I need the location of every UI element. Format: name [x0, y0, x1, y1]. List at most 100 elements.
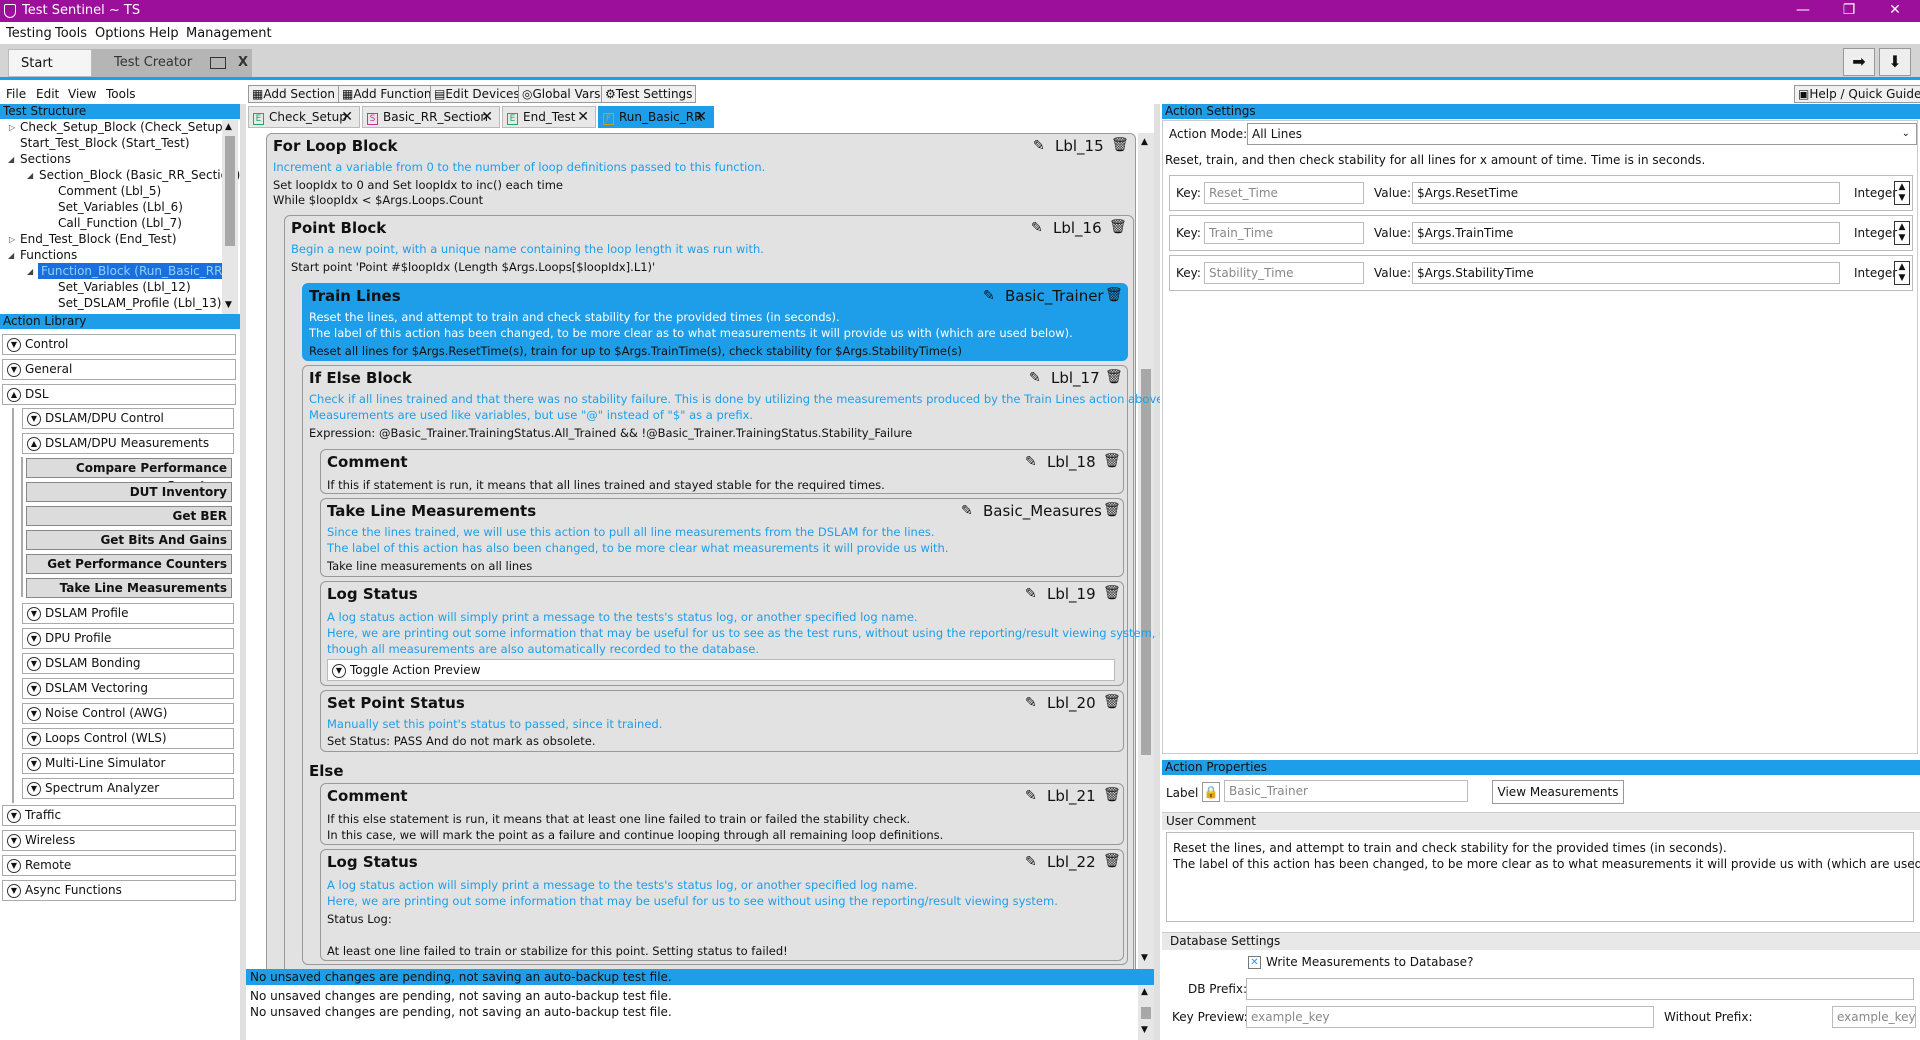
log-status-block[interactable]: Log Status ✎ Lbl_22 🗑 A log status actio…: [320, 849, 1124, 961]
close-tab-icon[interactable]: ✕: [577, 107, 589, 127]
trash-icon[interactable]: 🗑: [1103, 453, 1121, 469]
pencil-icon[interactable]: ✎: [1029, 370, 1041, 386]
menu-view[interactable]: View: [68, 87, 96, 101]
pencil-icon[interactable]: ✎: [1025, 454, 1037, 470]
lib-group-traffic[interactable]: ▼ Traffic: [2, 805, 236, 826]
set-point-status-block[interactable]: Set Point Status ✎ Lbl_20 🗑 Manually set…: [320, 690, 1124, 752]
value-input[interactable]: $Args.ResetTime: [1412, 182, 1840, 204]
key-input[interactable]: Train_Time: [1204, 222, 1364, 244]
comment-block[interactable]: Comment ✎ Lbl_21 🗑 If this else statemen…: [320, 783, 1124, 845]
expand-icon[interactable]: ▷: [9, 123, 15, 132]
lock-icon[interactable]: 🔒: [1202, 782, 1220, 802]
lib-group-async-functions[interactable]: ▼ Async Functions: [2, 880, 236, 901]
tree-scroll-thumb[interactable]: [225, 136, 235, 246]
menu-options[interactable]: Options: [95, 26, 145, 41]
log-status-block[interactable]: Log Status ✎ Lbl_19 🗑 A log status actio…: [320, 581, 1187, 686]
tab-start-page[interactable]: Start Page: [8, 49, 92, 99]
trash-icon[interactable]: 🗑: [1103, 787, 1121, 803]
expand-icon[interactable]: ▷: [9, 235, 15, 244]
pencil-icon[interactable]: ✎: [1033, 138, 1045, 154]
scroll-down-icon[interactable]: ▼: [1141, 1025, 1148, 1035]
close-tab-icon[interactable]: ✕: [695, 107, 707, 127]
close-tab-icon[interactable]: X: [238, 49, 248, 77]
log-scroll-thumb[interactable]: [1141, 1007, 1151, 1019]
pencil-icon[interactable]: ✎: [983, 288, 995, 304]
doc-tab-run-basic-rr[interactable]: F Run_Basic_RR ✕: [598, 106, 714, 128]
tab-test-creator[interactable]: Test Creator X: [92, 49, 252, 77]
lib-action-dut-inventory[interactable]: DUT Inventory: [26, 482, 232, 502]
pencil-icon[interactable]: ✎: [961, 503, 973, 519]
tree-item[interactable]: Section_Block (Basic_RR_Section): [39, 168, 240, 182]
trash-icon[interactable]: 🗑: [1109, 219, 1127, 235]
take-line-measurements-block[interactable]: Take Line Measurements ✎ Basic_Measures …: [320, 498, 1124, 577]
menu-edit[interactable]: Edit: [36, 87, 59, 101]
train-lines-block[interactable]: Train Lines ✎ Basic_Trainer 🗑 Reset the …: [302, 283, 1128, 361]
lib-action-compare-performance-counters[interactable]: Compare Performance Counters: [26, 458, 232, 493]
global-vars-button[interactable]: ◎Global Vars: [518, 85, 605, 103]
add-function-button[interactable]: ▦Add Function: [338, 85, 436, 103]
tree-item[interactable]: Call_Function (Lbl_7): [58, 216, 182, 230]
lib-group-spectrum-analyzer[interactable]: ▼ Spectrum Analyzer: [22, 778, 234, 799]
lib-group-dslam-dpu-control[interactable]: ▼ DSLAM/DPU Control: [22, 408, 234, 429]
lib-group-general[interactable]: ▼ General: [2, 359, 236, 380]
add-section-button[interactable]: ▦Add Section: [248, 85, 339, 103]
tree-item[interactable]: Start_Test_Block (Start_Test): [20, 136, 190, 150]
key-input[interactable]: Stability_Time: [1204, 262, 1364, 284]
tree-scrollbar[interactable]: ▲ ▼: [222, 120, 238, 314]
lib-group-dslam-vectoring[interactable]: ▼ DSLAM Vectoring: [22, 678, 234, 699]
scroll-down-icon[interactable]: ▼: [225, 300, 232, 310]
tree-item[interactable]: Sections: [20, 152, 71, 166]
lib-group-dslam-bonding[interactable]: ▼ DSLAM Bonding: [22, 653, 234, 674]
tree-item[interactable]: Check_Setup_Block (Check_Setup): [20, 120, 227, 134]
menu-tools[interactable]: Tools: [55, 26, 87, 41]
up-down-arrow-icon[interactable]: ▲ ▼: [1894, 221, 1910, 245]
lib-group-multi-line-simulator[interactable]: ▼ Multi-Line Simulator: [22, 753, 234, 774]
log-scrollbar[interactable]: ▲ ▼: [1138, 985, 1154, 1040]
lib-group-dpu-profile[interactable]: ▼ DPU Profile: [22, 628, 234, 649]
lib-group-loops-control[interactable]: ▼ Loops Control (WLS): [22, 728, 234, 749]
window-icon[interactable]: [210, 57, 226, 69]
lib-group-dslam-dpu-measurements[interactable]: ▲ DSLAM/DPU Measurements: [22, 433, 234, 454]
arrow-down-icon[interactable]: ⬇: [1879, 48, 1911, 76]
doc-tab-check-setup[interactable]: E Check_Setup ✕: [248, 106, 360, 128]
key-input[interactable]: Reset_Time: [1204, 182, 1364, 204]
editor-scrollbar[interactable]: ▲ ▼: [1138, 133, 1154, 969]
view-measurements-button[interactable]: View Measurements: [1492, 780, 1624, 804]
doc-tab-basic-rr-section[interactable]: S Basic_RR_Section ✕: [362, 106, 500, 128]
scroll-up-icon[interactable]: ▲: [1141, 987, 1148, 997]
help-button[interactable]: ▣Help / Quick Guide: [1794, 85, 1920, 103]
pencil-icon[interactable]: ✎: [1025, 788, 1037, 804]
tree-item[interactable]: Set_Variables (Lbl_6): [58, 200, 183, 214]
trash-icon[interactable]: 🗑: [1105, 287, 1123, 303]
arrow-right-icon[interactable]: ➡: [1843, 48, 1875, 76]
lib-action-get-ber[interactable]: Get BER: [26, 506, 232, 526]
value-input[interactable]: $Args.TrainTime: [1412, 222, 1840, 244]
label-input[interactable]: Basic_Trainer: [1224, 780, 1468, 802]
value-input[interactable]: $Args.StabilityTime: [1412, 262, 1840, 284]
pencil-icon[interactable]: ✎: [1025, 586, 1037, 602]
close-tab-icon[interactable]: ✕: [341, 107, 353, 127]
minimize-button[interactable]: —: [1780, 0, 1826, 22]
trash-icon[interactable]: 🗑: [1103, 853, 1121, 869]
db-prefix-input[interactable]: [1246, 978, 1914, 1000]
test-settings-button[interactable]: ⚙Test Settings: [601, 85, 697, 103]
pencil-icon[interactable]: ✎: [1025, 854, 1037, 870]
lib-group-dslam-profile[interactable]: ▼ DSLAM Profile: [22, 603, 234, 624]
pencil-icon[interactable]: ✎: [1025, 695, 1037, 711]
scroll-up-icon[interactable]: ▲: [225, 122, 232, 132]
edit-devices-button[interactable]: ▤Edit Devices: [430, 85, 524, 103]
collapse-icon[interactable]: ◢: [27, 171, 33, 180]
menu-help[interactable]: Help: [149, 26, 179, 41]
close-tab-icon[interactable]: ✕: [481, 107, 493, 127]
collapse-icon[interactable]: ◢: [27, 267, 33, 276]
lib-group-noise-control[interactable]: ▼ Noise Control (AWG): [22, 703, 234, 724]
tree-item[interactable]: Set_Variables (Lbl_12): [58, 280, 191, 294]
user-comment-textarea[interactable]: Reset the lines, and attempt to train an…: [1166, 832, 1920, 922]
tree-item[interactable]: End_Test_Block (End_Test): [20, 232, 177, 246]
trash-icon[interactable]: 🗑: [1103, 694, 1121, 710]
close-button[interactable]: ✕: [1872, 0, 1918, 22]
lib-group-wireless[interactable]: ▼ Wireless: [2, 830, 236, 851]
lib-action-get-performance-counters[interactable]: Get Performance Counters: [26, 554, 232, 574]
write-db-checkbox[interactable]: ✕: [1248, 956, 1261, 969]
comment-block[interactable]: Comment ✎ Lbl_18 🗑 If this if statement …: [320, 449, 1124, 494]
